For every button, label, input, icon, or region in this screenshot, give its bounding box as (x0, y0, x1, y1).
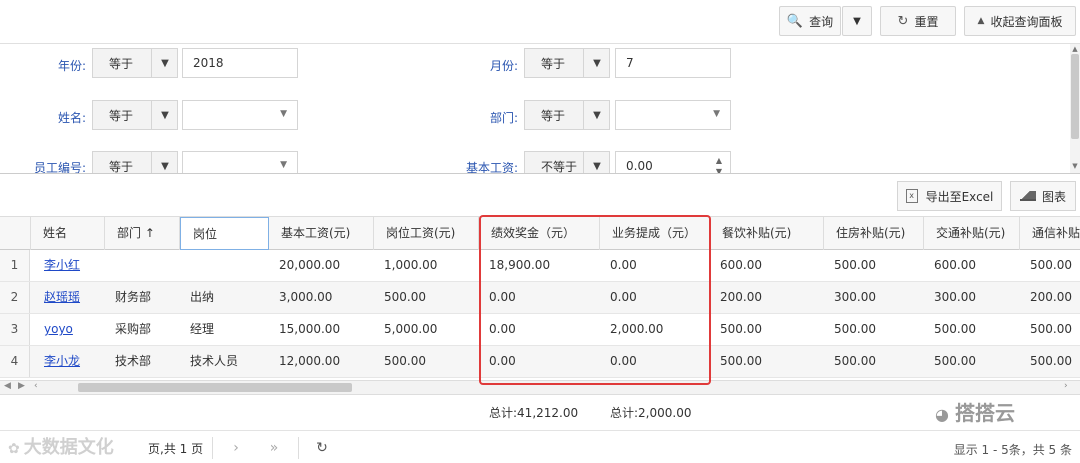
caret-up-icon: ▲ (977, 16, 985, 26)
empno-select[interactable]: ▼ (182, 151, 298, 173)
caret-down-icon: ▼ (280, 160, 287, 170)
month-label: 月份: (489, 59, 518, 73)
scroll-right-icon[interactable]: › (1064, 381, 1068, 391)
refresh-icon: ↻ (897, 13, 909, 29)
year-operator-select[interactable]: 等于 ▼ (92, 48, 178, 78)
col-header-base-salary[interactable]: 基本工资(元) (269, 217, 374, 250)
reset-label: 重置 (914, 14, 939, 29)
name-operator-select[interactable]: 等于 ▼ (92, 100, 178, 130)
grid-toolbar: x 导出至Excel 图表 (0, 175, 1080, 215)
caret-down-icon: ▼ (713, 109, 720, 119)
export-excel-button[interactable]: x 导出至Excel (897, 181, 1002, 211)
excel-icon: x (905, 189, 918, 203)
grid-horizontal-scrollbar[interactable]: ◀ ▶ ‹ › (0, 380, 1080, 394)
totals-row: 总计:41,212.00 总计:2,000.00 ◕ 搭搭云 (0, 394, 1080, 428)
caret-down-icon: ▼ (280, 109, 287, 119)
col-header-meal[interactable]: 餐饮补贴(元) (710, 217, 824, 250)
salary-operator-select[interactable]: 不等于 ▼ (524, 151, 610, 173)
last-page-button[interactable]: » (260, 436, 288, 460)
col-header-name[interactable]: 姓名 (31, 217, 105, 250)
col-header-bonus[interactable]: 绩效奖金（元） (479, 217, 600, 250)
employee-name-link[interactable]: 李小龙 (44, 354, 80, 368)
chart-button[interactable]: 图表 (1010, 181, 1076, 211)
month-operator-select[interactable]: 等于 ▼ (524, 48, 610, 78)
caret-down-icon: ▼ (583, 101, 610, 129)
dept-operator-select[interactable]: 等于 ▼ (524, 100, 610, 130)
row-number-header (0, 217, 31, 250)
refresh-icon: ↻ (316, 440, 328, 456)
dept-label: 部门: (489, 111, 518, 125)
caret-down-icon: ▼ (583, 152, 610, 173)
scrollbar-thumb[interactable] (78, 383, 352, 392)
employee-name-link[interactable]: 赵瑶瑶 (44, 290, 80, 304)
query-dropdown-button[interactable]: ▼ (842, 6, 872, 36)
collapse-label: 收起查询面板 (990, 14, 1063, 29)
refresh-button[interactable]: ↻ (308, 436, 336, 460)
grid-header: 姓名 部门 ↑ 岗位 基本工资(元) 岗位工资(元) 绩效奖金（元） 业务提成（… (0, 216, 1080, 250)
pager-divider (212, 437, 213, 459)
col-header-commission[interactable]: 业务提成（元） (600, 217, 710, 250)
table-row[interactable]: 3 yoyo 采购部 经理 15,000.00 5,000.00 0.00 2,… (0, 314, 1080, 346)
caret-down-icon: ▼ (853, 15, 861, 27)
page-count-text: 页,共 1 页 (148, 442, 204, 456)
col-header-housing[interactable]: 住房补贴(元) (824, 217, 924, 250)
dept-select[interactable]: ▼ (615, 100, 731, 130)
scroll-up-icon[interactable]: ▲ (1070, 45, 1080, 53)
double-chevron-right-icon: » (269, 440, 279, 456)
caret-down-icon: ▼ (151, 152, 178, 173)
caret-down-icon: ▼ (583, 49, 610, 77)
col-header-post[interactable]: 岗位 (180, 217, 269, 250)
scroll-right-icon[interactable]: ▶ (18, 381, 25, 391)
export-label: 导出至Excel (925, 189, 994, 204)
caret-down-icon: ▼ (151, 101, 178, 129)
reset-button[interactable]: ↻ 重置 (880, 6, 956, 36)
col-header-post-salary[interactable]: 岗位工资(元) (374, 217, 479, 250)
table-row[interactable]: 2 赵瑶瑶 财务部 出纳 3,000.00 500.00 0.00 0.00 2… (0, 282, 1080, 314)
col-header-traffic[interactable]: 交通补贴(元) (924, 217, 1020, 250)
next-page-button[interactable]: › (222, 436, 250, 460)
query-button[interactable]: 🔍 查询 (779, 6, 841, 36)
query-label: 查询 (809, 14, 834, 29)
wechat-icon: ◕ (935, 405, 949, 424)
search-icon: 🔍 (786, 13, 804, 29)
pager-divider (298, 437, 299, 459)
year-label: 年份: (57, 59, 86, 73)
collapse-panel-button[interactable]: ▲ 收起查询面板 (964, 6, 1076, 36)
chart-label: 图表 (1041, 189, 1066, 204)
bonus-total: 总计:41,212.00 (489, 406, 579, 420)
top-toolbar: 🔍 查询 ▼ ↻ 重置 ▲ 收起查询面板 (0, 0, 1080, 44)
weibo-icon: ✿ (8, 441, 20, 457)
employee-name-link[interactable]: 李小红 (44, 258, 80, 272)
scroll-left-icon[interactable]: ‹ (34, 381, 38, 391)
scroll-down-icon[interactable]: ▼ (1070, 162, 1080, 170)
salary-label: 基本工资: (465, 161, 518, 174)
table-row[interactable]: 4 李小龙 技术部 技术人员 12,000.00 500.00 0.00 0.0… (0, 346, 1080, 378)
chevron-right-icon: › (233, 440, 239, 456)
area-chart-icon (1019, 191, 1036, 201)
empno-label: 员工编号: (33, 161, 86, 174)
pagination-bar: ✿ 大数据文化 页,共 1 页 › » ↻ 显示 1 - 5条，共 5 条 (0, 430, 1080, 463)
salary-grid: 姓名 部门 ↑ 岗位 基本工资(元) 岗位工资(元) 绩效奖金（元） 业务提成（… (0, 216, 1080, 386)
col-header-dept[interactable]: 部门 ↑ (105, 217, 180, 250)
filter-panel: 年份: 等于 ▼ 2018 月份: 等于 ▼ 7 姓名: 等于 ▼ ▼ 部门: … (0, 44, 1080, 174)
empno-operator-select[interactable]: 等于 ▼ (92, 151, 178, 173)
watermark-left: ✿ 大数据文化 (8, 437, 114, 458)
scrollbar-thumb[interactable] (1071, 54, 1079, 139)
filter-scrollbar[interactable]: ▲ ▼ (1070, 44, 1080, 173)
col-header-phone[interactable]: 通信补贴 (1020, 217, 1080, 250)
name-select[interactable]: ▼ (182, 100, 298, 130)
caret-down-icon: ▼ (151, 49, 178, 77)
employee-name-link[interactable]: yoyo (44, 322, 73, 336)
commission-total: 总计:2,000.00 (610, 406, 692, 420)
salary-input[interactable]: 0.00 ▲ ▼ (615, 151, 731, 173)
record-summary: 显示 1 - 5条，共 5 条 (953, 443, 1072, 457)
watermark-right: ◕ 搭搭云 (935, 401, 1015, 425)
scroll-left-icon[interactable]: ◀ (4, 381, 11, 391)
table-row[interactable]: 1 李小红 20,000.00 1,000.00 18,900.00 0.00 … (0, 250, 1080, 282)
name-label: 姓名: (57, 111, 86, 125)
spinner-icon[interactable]: ▲ ▼ (716, 155, 722, 173)
month-input[interactable]: 7 (615, 48, 731, 78)
year-input[interactable]: 2018 (182, 48, 298, 78)
